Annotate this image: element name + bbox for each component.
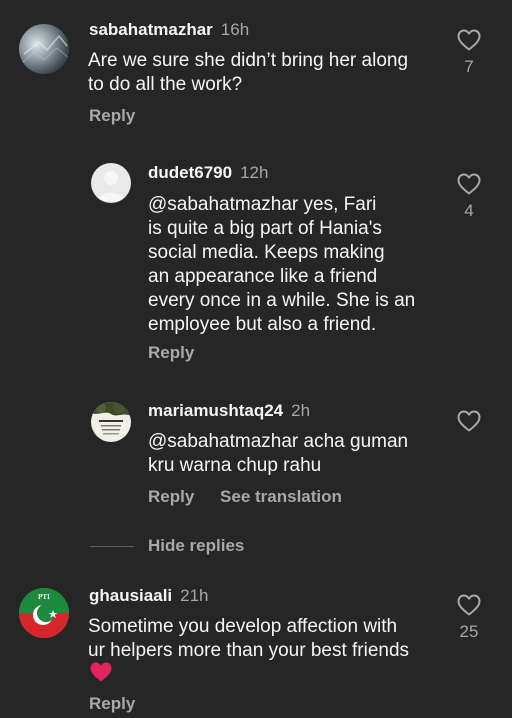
username[interactable]: ghausiaali xyxy=(89,586,172,605)
like-button[interactable]: 7 xyxy=(454,29,484,77)
like-count: 7 xyxy=(464,57,474,76)
comment-sabahatmazhar: sabahatmazhar 16h Are we sure she didn’t … xyxy=(0,0,512,140)
heart-outline-icon[interactable] xyxy=(457,173,481,195)
reply-mariamushtaq24: mariamushtaq24 2h @sabahatmazhar acha gum… xyxy=(0,390,512,525)
reply-button[interactable]: Reply xyxy=(89,694,135,713)
comment-text: @sabahatmazhar yes, Fari is quite a big … xyxy=(148,194,416,335)
see-translation-button[interactable]: See translation xyxy=(220,487,342,506)
heart-outline-icon[interactable] xyxy=(457,594,481,616)
username[interactable]: sabahatmazhar xyxy=(89,20,213,39)
reply-button[interactable]: Reply xyxy=(148,487,194,506)
like-button[interactable]: 25 xyxy=(454,594,484,642)
like-button[interactable]: 4 xyxy=(454,173,484,221)
username[interactable]: dudet6790 xyxy=(148,163,232,182)
comment-text: Sometime you develop affection with ur h… xyxy=(88,616,410,661)
avatar[interactable] xyxy=(91,402,131,442)
reply-button[interactable]: Reply xyxy=(89,106,135,125)
svg-text:PTI: PTI xyxy=(38,593,50,601)
reply-button[interactable]: Reply xyxy=(148,343,194,362)
comment-text: @sabahatmazhar acha guman kru warna chup… xyxy=(148,431,409,476)
avatar[interactable]: PTI xyxy=(19,588,69,638)
comment-text: Are we sure she didn’t bring her along t… xyxy=(88,50,409,95)
hide-replies-label[interactable]: Hide replies xyxy=(148,536,244,556)
avatar-image: PTI xyxy=(19,588,69,638)
like-button[interactable] xyxy=(454,410,484,432)
timestamp: 21h xyxy=(180,586,209,605)
avatar-image xyxy=(91,402,131,435)
timestamp: 2h xyxy=(291,401,311,420)
like-count: 4 xyxy=(464,201,474,220)
hide-replies-button[interactable]: Hide replies xyxy=(90,535,244,557)
avatar-image xyxy=(20,34,69,65)
heart-outline-icon[interactable] xyxy=(457,410,481,432)
reply-dudet6790: dudet6790 12h @sabahatmazhar yes, Fari is… xyxy=(0,140,512,390)
timestamp: 12h xyxy=(240,163,269,182)
comment-ghausiaali: PTI ghausiaali 21h Sometime you develop a… xyxy=(0,575,512,718)
divider-line xyxy=(90,545,134,547)
username[interactable]: mariamushtaq24 xyxy=(148,401,283,420)
heart-outline-icon[interactable] xyxy=(457,29,481,51)
default-avatar-icon xyxy=(97,171,125,201)
avatar[interactable] xyxy=(91,163,131,203)
avatar[interactable] xyxy=(19,24,69,74)
like-count: 25 xyxy=(459,622,479,641)
timestamp: 16h xyxy=(220,20,250,39)
red-heart-emoji xyxy=(89,661,113,688)
